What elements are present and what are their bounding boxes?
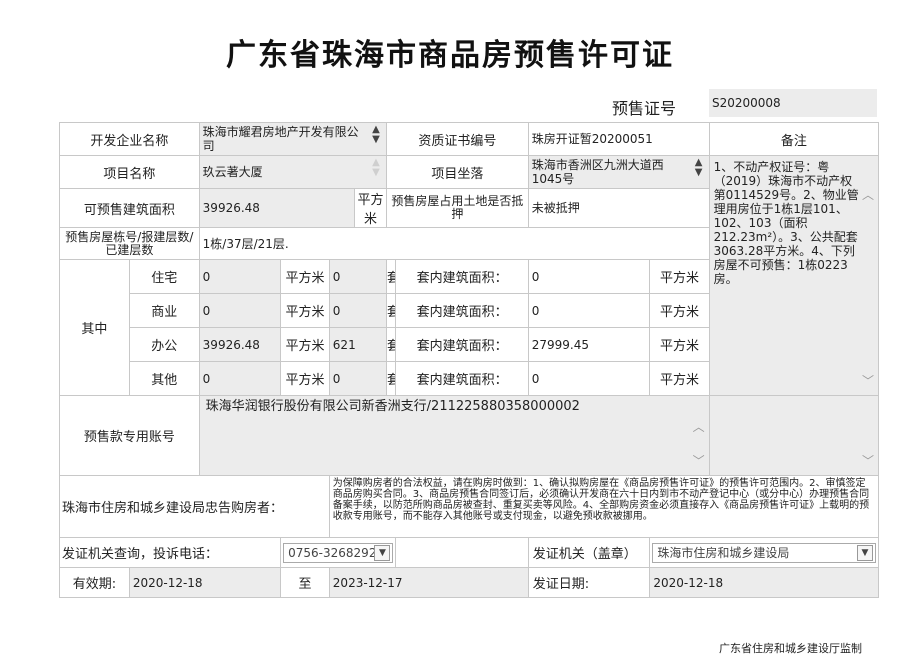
- issue-date-label: 发证日期:: [527, 567, 651, 598]
- sets-field[interactable]: 0: [328, 293, 387, 328]
- area-field[interactable]: 0: [198, 293, 282, 328]
- project-name-label: 项目名称: [59, 155, 200, 189]
- notice-label: 珠海市住房和城乡建设局忠告购房者：: [59, 475, 330, 538]
- remarks-label: 备注: [708, 122, 880, 156]
- type-label: 办公: [128, 327, 200, 362]
- inner-area-label: 套内建筑面积：: [395, 361, 529, 396]
- land-mortgage-field[interactable]: 未被抵押: [527, 188, 710, 228]
- floors-label: 预售房屋栋号/报建层数/已建层数: [59, 227, 200, 260]
- validity-label: 有效期:: [59, 567, 130, 598]
- sets-field[interactable]: 0: [328, 259, 387, 294]
- cert-label: 资质证书编号: [385, 122, 529, 156]
- location-label: 项目坐落: [385, 155, 529, 189]
- area-unit: 平方米: [280, 259, 330, 294]
- inner-area-field[interactable]: 27999.45: [527, 327, 651, 362]
- scroll-down-icon[interactable]: ﹀: [862, 452, 874, 469]
- type-label: 商业: [128, 293, 200, 328]
- chevron-down-icon[interactable]: ▼: [374, 544, 391, 561]
- area-field[interactable]: 39926.48: [198, 327, 282, 362]
- sets-field[interactable]: 0: [328, 361, 387, 396]
- phone-select[interactable]: 0756-3268292 ▼: [280, 537, 397, 568]
- permit-table: 开发企业名称 珠海市耀君房地产开发有限公司 ▲ ▼ 资质证书编号 珠房开证暂202…: [58, 122, 880, 598]
- area-unit: 平方米: [354, 188, 387, 228]
- developer-label: 开发企业名称: [59, 122, 200, 156]
- inner-area-field[interactable]: 0: [527, 293, 651, 328]
- permit-number-field[interactable]: S20200008: [709, 89, 877, 117]
- type-label: 住宅: [128, 259, 200, 294]
- sets-field[interactable]: 621: [328, 327, 387, 362]
- area-field[interactable]: 0: [198, 361, 282, 396]
- issuer-label: 发证机关（盖章）: [527, 537, 651, 568]
- cert-field[interactable]: 珠房开证暂20200051: [527, 122, 710, 156]
- permit-number-label: 预售证号: [612, 99, 677, 118]
- location-field[interactable]: 珠海市香洲区九洲大道西1045号 ▲ ▼: [527, 155, 710, 189]
- area-unit: 平方米: [280, 361, 330, 396]
- sets-unit: 套: [385, 361, 397, 396]
- type-label: 其他: [128, 361, 200, 396]
- area-unit: 平方米: [649, 361, 710, 396]
- sets-unit: 套: [385, 259, 397, 294]
- inner-area-field[interactable]: 0: [527, 361, 651, 396]
- page-title: 广东省珠海市商品房预售许可证: [226, 38, 674, 73]
- issue-date-field[interactable]: 2020-12-18: [649, 567, 879, 598]
- area-unit: 平方米: [649, 327, 710, 362]
- remarks-field[interactable]: 1、不动产权证号：粤（2019）珠海市不动产权第0114529号。2、物业管理用…: [708, 155, 880, 396]
- valid-from-field[interactable]: 2020-12-18: [128, 567, 282, 598]
- validity-to-label: 至: [280, 567, 330, 598]
- presale-area-label: 可预售建筑面积: [59, 188, 200, 228]
- notice-text: 为保障购房者的合法权益，请在购房时做到：1、确认拟购房屋在《商品房预售许可证》的…: [328, 475, 880, 538]
- sets-unit: 套: [385, 293, 397, 328]
- scroll-arrows-icon[interactable]: ▲ ▼: [369, 158, 383, 178]
- remarks-field-extension: ﹀: [708, 395, 880, 476]
- area-field[interactable]: 0: [198, 259, 282, 294]
- issuer-select[interactable]: 珠海市住房和城乡建设局 ▼: [649, 537, 879, 568]
- scroll-arrows-icon[interactable]: ▲ ▼: [369, 125, 383, 145]
- contact-label: 发证机关查询，投诉电话：: [58, 537, 282, 568]
- inner-area-field[interactable]: 0: [527, 259, 651, 294]
- scroll-arrows-icon[interactable]: ▲ ▼: [692, 158, 706, 178]
- breakdown-group-label: 其中: [59, 259, 130, 396]
- area-unit: 平方米: [280, 327, 330, 362]
- scroll-up-icon[interactable]: ︿: [862, 186, 874, 203]
- inner-area-label: 套内建筑面积：: [395, 259, 529, 294]
- area-unit: 平方米: [649, 293, 710, 328]
- scroll-down-icon[interactable]: ﹀: [693, 452, 705, 469]
- inner-area-label: 套内建筑面积：: [395, 293, 529, 328]
- developer-field[interactable]: 珠海市耀君房地产开发有限公司 ▲ ▼: [198, 122, 387, 156]
- project-name-field[interactable]: 玖云著大厦 ▲ ▼: [198, 155, 387, 189]
- scroll-up-icon[interactable]: ︿: [693, 418, 705, 435]
- footer-credit: 广东省住房和城乡建设厅监制: [719, 642, 862, 655]
- chevron-down-icon[interactable]: ▼: [857, 544, 873, 561]
- scroll-down-icon[interactable]: ﹀: [862, 372, 874, 389]
- land-mortgage-label: 预售房屋占用土地是否抵押: [385, 188, 529, 228]
- inner-area-label: 套内建筑面积：: [395, 327, 529, 362]
- account-field[interactable]: 珠海华润银行股份有限公司新香洲支行/211225880358000002 ︿ ﹀: [198, 395, 710, 476]
- floors-field[interactable]: 1栋/37层/21层.: [198, 227, 710, 260]
- valid-to-field[interactable]: 2023-12-17: [328, 567, 529, 598]
- presale-area-field[interactable]: 39926.48: [198, 188, 356, 228]
- account-label: 预售款专用账号: [59, 395, 200, 476]
- sets-unit: 套: [385, 327, 397, 362]
- area-unit: 平方米: [280, 293, 330, 328]
- area-unit: 平方米: [649, 259, 710, 294]
